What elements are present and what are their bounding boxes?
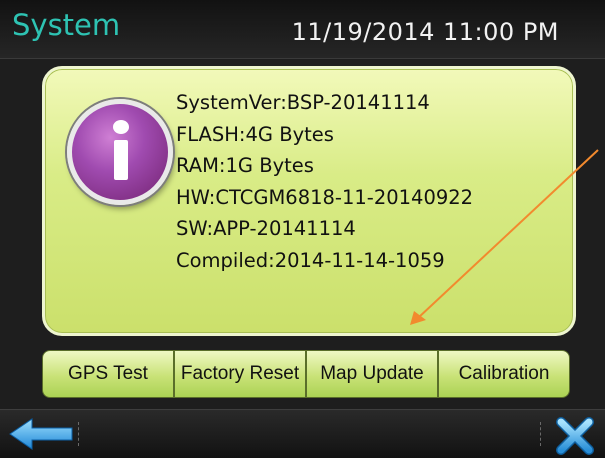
action-button-bar: GPS Test Factory Reset Map Update Calibr…	[42, 350, 570, 398]
footer-bar	[0, 409, 605, 458]
calibration-button[interactable]: Calibration	[438, 350, 570, 398]
close-icon[interactable]	[555, 416, 595, 456]
footer-separator-left	[78, 422, 79, 446]
footer-separator-right	[540, 422, 541, 446]
factory-reset-button[interactable]: Factory Reset	[174, 350, 306, 398]
back-arrow-icon[interactable]	[8, 416, 74, 452]
system-screen: System 11/19/2014 11:00 PM SystemVer:BSP…	[0, 0, 605, 458]
gps-test-button[interactable]: GPS Test	[42, 350, 174, 398]
map-update-button[interactable]: Map Update	[306, 350, 438, 398]
